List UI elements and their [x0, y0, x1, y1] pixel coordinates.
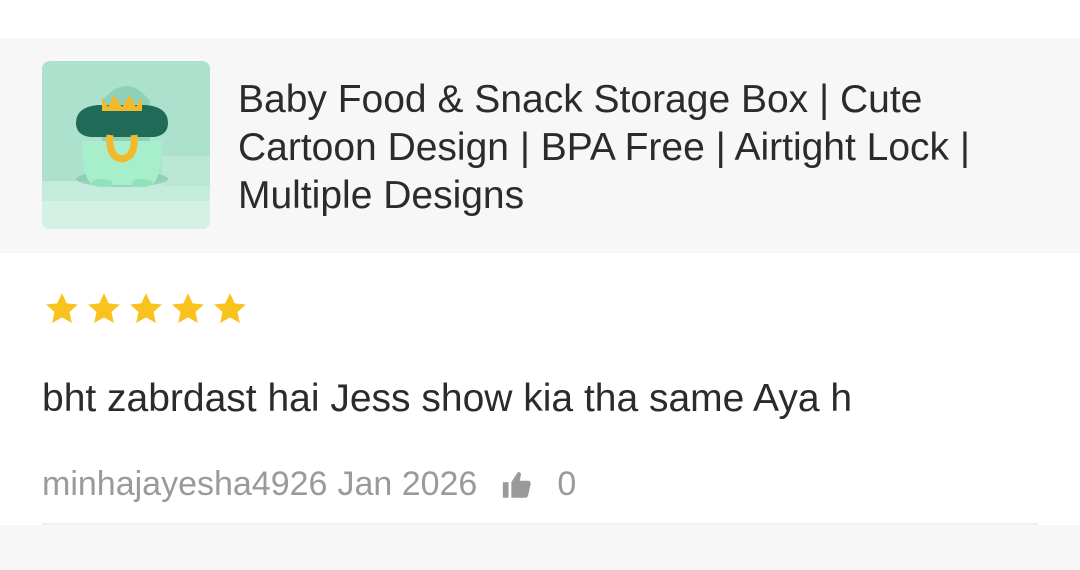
like-count: 0: [557, 465, 577, 503]
thumbs-up-icon[interactable]: [499, 468, 535, 502]
star-icon: [46, 293, 78, 323]
next-section-background: [0, 525, 1080, 570]
star-icon: [214, 293, 246, 323]
review-date: Jan 2026: [337, 465, 478, 503]
star-icon: [172, 293, 204, 323]
star-icon: [130, 293, 162, 323]
review-text: bht zabrdast hai Jess show kia tha same …: [42, 377, 853, 420]
review-item: bht zabrdast hai Jess show kia tha same …: [42, 285, 1038, 503]
reviewer-username: minhajayesha4926: [42, 465, 328, 503]
product-photo: [42, 61, 210, 229]
review-meta: minhajayesha4926 Jan 2026 0: [42, 465, 576, 504]
product-title[interactable]: Baby Food & Snack Storage Box | Cute Car…: [238, 76, 1038, 220]
star-icon: [88, 293, 120, 323]
star-rating: [42, 285, 1038, 333]
product-card[interactable]: Baby Food & Snack Storage Box | Cute Car…: [0, 38, 1080, 253]
product-image[interactable]: [42, 61, 210, 229]
